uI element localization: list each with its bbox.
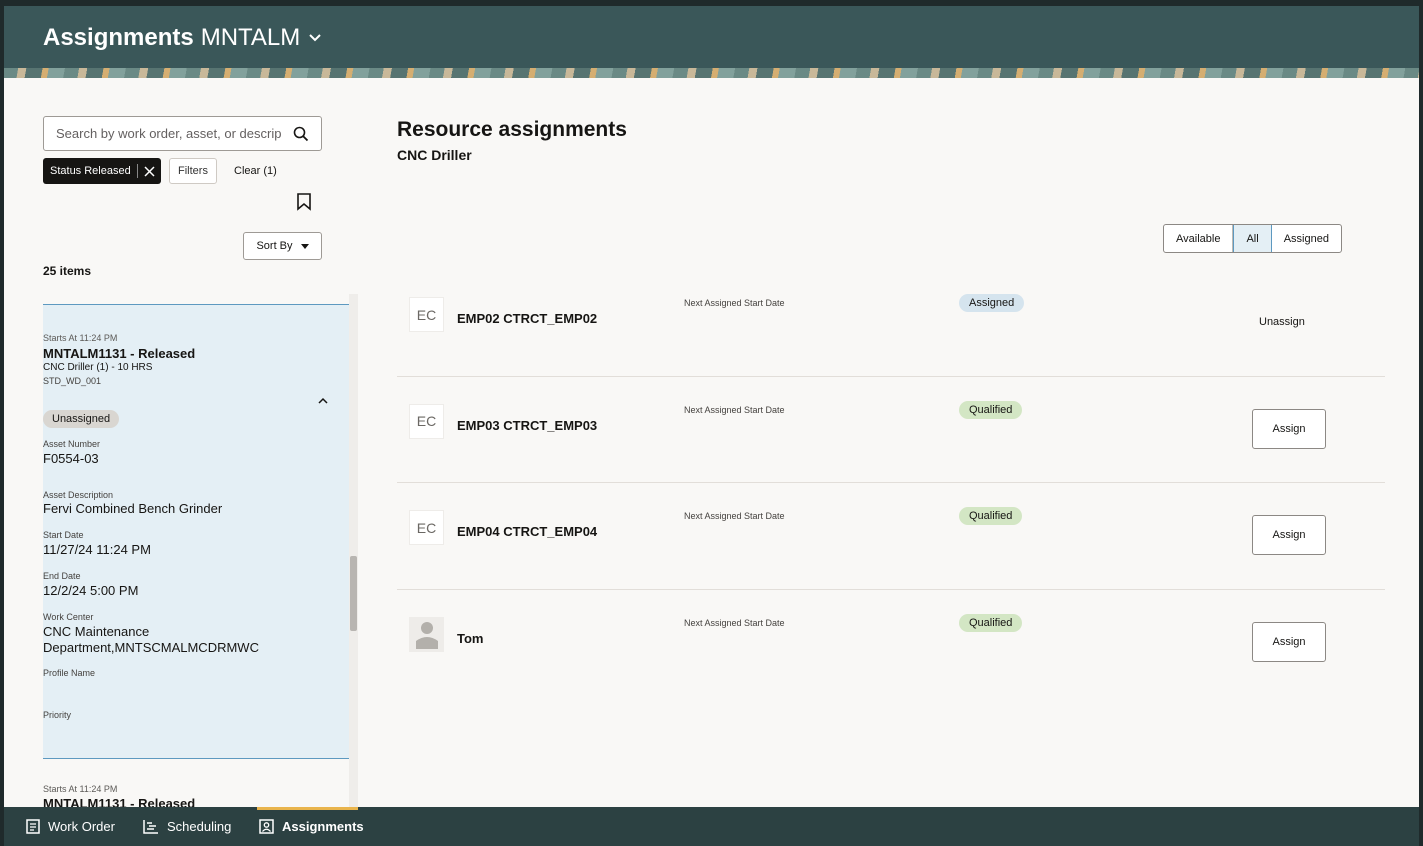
avatar: EC <box>409 510 444 545</box>
resource-name: Tom <box>457 630 484 646</box>
nav-assignments-label: Assignments <box>282 819 364 834</box>
resource-row: EC EMP02 CTRCT_EMP02 Next Assigned Start… <box>397 270 1385 377</box>
next-start-date-label: Next Assigned Start Date <box>684 617 785 628</box>
list-scrollbar[interactable] <box>349 294 358 807</box>
sort-by-label: Sort By <box>256 240 293 252</box>
end-date-value: 12/2/24 5:00 PM <box>43 583 139 598</box>
resource-name: EMP04 CTRCT_EMP04 <box>457 524 598 539</box>
end-date-label: End Date <box>43 571 81 581</box>
assignment-filter-toggle[interactable]: Available All Assigned <box>1163 224 1342 253</box>
search-input[interactable] <box>56 126 281 141</box>
work-order-list[interactable]: Starts At 11:24 PM MNTALM1131 - Released… <box>43 294 359 807</box>
next-start-date-label: Next Assigned Start Date <box>684 511 785 521</box>
asset-description-label: Asset Description <box>43 490 114 500</box>
start-date-label: Start Date <box>43 530 84 540</box>
work-center-line1: CNC Maintenance <box>43 624 150 639</box>
assign-button[interactable]: Assign <box>1252 408 1326 449</box>
work-order-card-selected[interactable]: Starts At 11:24 PM MNTALM1131 - Released… <box>43 304 349 759</box>
bookmark-icon[interactable] <box>296 193 312 211</box>
close-icon[interactable] <box>144 165 155 177</box>
status-filter-label: Status Released <box>50 165 131 177</box>
priority-label: Priority <box>43 710 72 720</box>
avatar: EC <box>409 403 444 439</box>
asset-description-value: Fervi Combined Bench Grinder <box>43 501 223 516</box>
page-title[interactable]: Assignments MNTALM <box>43 24 321 52</box>
items-count: 25 items <box>43 264 92 278</box>
work-order-card[interactable]: Starts At 11:24 PM MNTALM1131 - Released <box>43 784 195 807</box>
person-badge-icon <box>259 819 274 834</box>
chevron-up-icon[interactable] <box>318 397 328 404</box>
card-resource: CNC Driller (1) - 10 HRS <box>43 362 153 373</box>
chevron-down-icon[interactable] <box>309 34 321 42</box>
nav-scheduling-label: Scheduling <box>167 819 232 834</box>
work-center-line2: Department,MNTSCMALMCDRMWC <box>43 640 259 655</box>
status-badge: Unassigned <box>43 410 120 428</box>
assign-button[interactable]: Assign <box>1252 621 1326 662</box>
status-badge: Qualified <box>959 507 1023 525</box>
unassign-button[interactable]: Unassign <box>1259 316 1305 328</box>
resource-name: EMP02 CTRCT_EMP02 <box>457 311 598 326</box>
asset-number-value: F0554-03 <box>43 451 99 466</box>
status-badge: Assigned <box>959 294 1025 312</box>
nav-work-order-label: Work Order <box>48 819 115 834</box>
card-starts-at: Starts At 11:24 PM <box>43 333 118 343</box>
page-title-label: Assignments <box>43 24 194 51</box>
resource-name: EMP03 CTRCT_EMP03 <box>457 417 598 433</box>
profile-name-label: Profile Name <box>43 668 96 678</box>
sort-by-button[interactable]: Sort By <box>243 232 322 260</box>
card-title: MNTALM1131 - Released <box>43 796 196 807</box>
gantt-icon <box>143 820 158 834</box>
chip-divider <box>136 164 138 178</box>
next-start-date-label: Next Assigned Start Date <box>684 298 785 308</box>
start-date-value: 11/27/24 11:24 PM <box>43 542 151 557</box>
bottom-navigation: Work Order Scheduling Assignments <box>4 807 1419 846</box>
nav-scheduling[interactable]: Scheduling <box>143 819 231 834</box>
main-content: Status Released Filters Clear (1) Sort B… <box>4 78 1419 807</box>
segment-available[interactable]: Available <box>1164 225 1234 252</box>
document-icon <box>26 819 40 834</box>
status-filter-chip[interactable]: Status Released <box>43 158 161 184</box>
status-badge: Qualified <box>959 613 1023 632</box>
segment-assigned[interactable]: Assigned <box>1272 225 1341 252</box>
nav-work-order[interactable]: Work Order <box>26 819 115 834</box>
asset-number-label: Asset Number <box>43 439 101 449</box>
resource-row: EC EMP04 CTRCT_EMP04 Next Assigned Start… <box>397 483 1385 590</box>
card-title: MNTALM1131 - Released <box>43 346 196 361</box>
app-header: Assignments MNTALM <box>4 6 1419 78</box>
search-icon[interactable] <box>293 126 309 142</box>
resource-list: EC EMP02 CTRCT_EMP02 Next Assigned Start… <box>397 270 1385 696</box>
user-photo-icon <box>415 622 438 649</box>
caret-down-icon <box>300 243 309 249</box>
section-title: Resource assignments <box>397 118 627 141</box>
filters-button[interactable]: Filters <box>169 158 217 184</box>
resource-row: EC EMP03 CTRCT_EMP03 Next Assigned Start… <box>397 377 1385 483</box>
resource-row: Tom Next Assigned Start Date Qualified A… <box>397 590 1385 697</box>
next-start-date-label: Next Assigned Start Date <box>684 404 785 415</box>
work-center-label: Work Center <box>43 612 94 622</box>
segment-all[interactable]: All <box>1233 225 1272 252</box>
card-starts-at: Starts At 11:24 PM <box>43 784 118 794</box>
active-tab-indicator <box>257 807 358 810</box>
status-badge: Qualified <box>959 400 1023 419</box>
assign-button[interactable]: Assign <box>1252 515 1326 555</box>
avatar <box>409 616 444 652</box>
avatar: EC <box>409 297 444 332</box>
section-subtitle: CNC Driller <box>397 147 472 163</box>
org-name: MNTALM <box>200 24 301 51</box>
nav-assignments[interactable]: Assignments <box>259 819 364 834</box>
scrollbar-thumb[interactable] <box>350 556 357 631</box>
search-field[interactable] <box>43 116 322 151</box>
clear-filters-link[interactable]: Clear (1) <box>234 165 277 177</box>
header-decoration <box>4 68 1419 78</box>
card-code: STD_WD_001 <box>43 376 102 386</box>
